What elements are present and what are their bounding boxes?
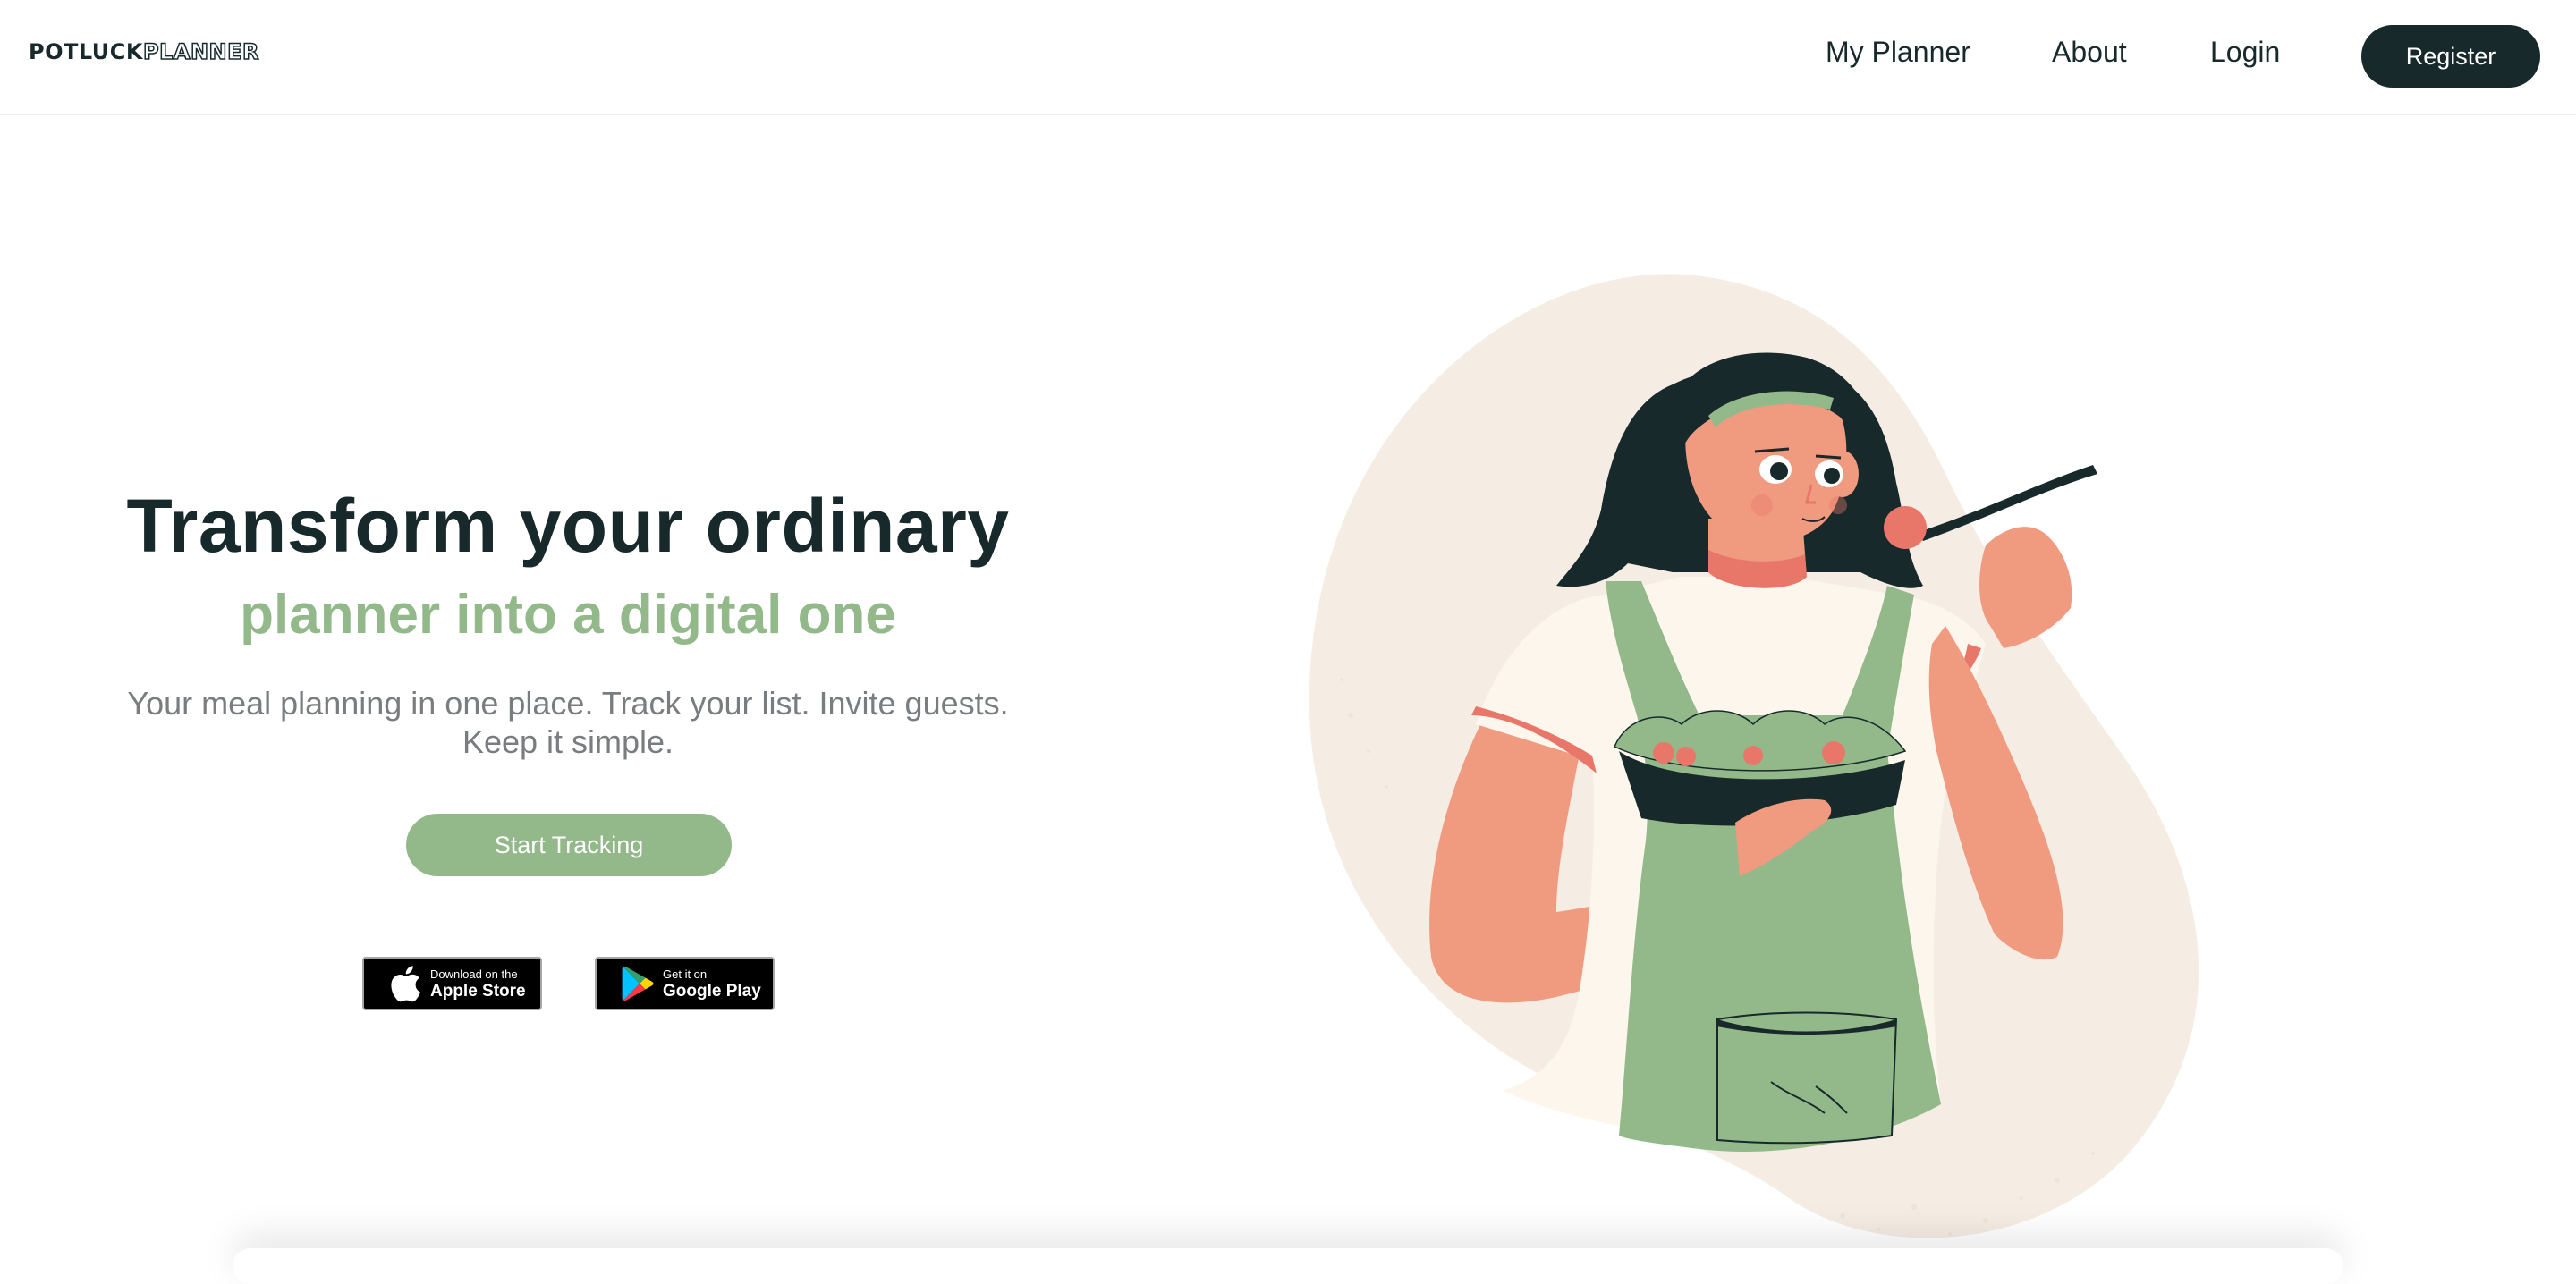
start-tracking-button[interactable]: Start Tracking bbox=[406, 814, 732, 876]
right-hand bbox=[1979, 527, 2072, 648]
google-play-badge[interactable]: Get it on Google Play bbox=[595, 957, 775, 1010]
google-play-icon bbox=[616, 959, 659, 1009]
hero-description-line-2: Keep it simple. bbox=[462, 723, 674, 760]
logo[interactable]: POTLUCKPLANNER bbox=[29, 38, 260, 65]
apple-badge-small-text: Download on the bbox=[430, 967, 518, 981]
apple-store-badge[interactable]: Download on the Apple Store bbox=[362, 957, 542, 1010]
register-button[interactable]: Register bbox=[2361, 25, 2540, 88]
google-badge-store-name: Google Play bbox=[663, 981, 761, 1001]
nav-link-my-planner[interactable]: My Planner bbox=[1826, 36, 1970, 69]
hero-subtitle: planner into a digital one bbox=[240, 584, 896, 646]
apple-badge-text: Download on the Apple Store bbox=[430, 968, 526, 1000]
hero-title: Transform your ordinary bbox=[126, 484, 1010, 568]
google-badge-small-text: Get it on bbox=[663, 967, 708, 981]
logo-text-planner: PLANNER bbox=[142, 38, 260, 65]
google-badge-text: Get it on Google Play bbox=[663, 968, 761, 1000]
hero-description-line-1: Your meal planning in one place. Track y… bbox=[127, 685, 1009, 722]
nav-link-about[interactable]: About bbox=[2052, 36, 2127, 69]
logo-text-potluck: POTLUCK bbox=[29, 39, 143, 64]
top-navbar: POTLUCKPLANNER My Planner About Login Re… bbox=[0, 0, 2576, 115]
hero-description: Your meal planning in one place. Track y… bbox=[89, 684, 1046, 761]
illustration-svg bbox=[1309, 274, 2199, 1238]
tomato-on-fork bbox=[1884, 506, 1927, 549]
apple-icon bbox=[384, 959, 427, 1009]
woman-eating-salad-illustration bbox=[1288, 250, 2254, 1263]
apple-badge-store-name: Apple Store bbox=[430, 981, 526, 1001]
nav-link-login[interactable]: Login bbox=[2210, 36, 2280, 69]
content-card-edge bbox=[233, 1248, 2343, 1284]
